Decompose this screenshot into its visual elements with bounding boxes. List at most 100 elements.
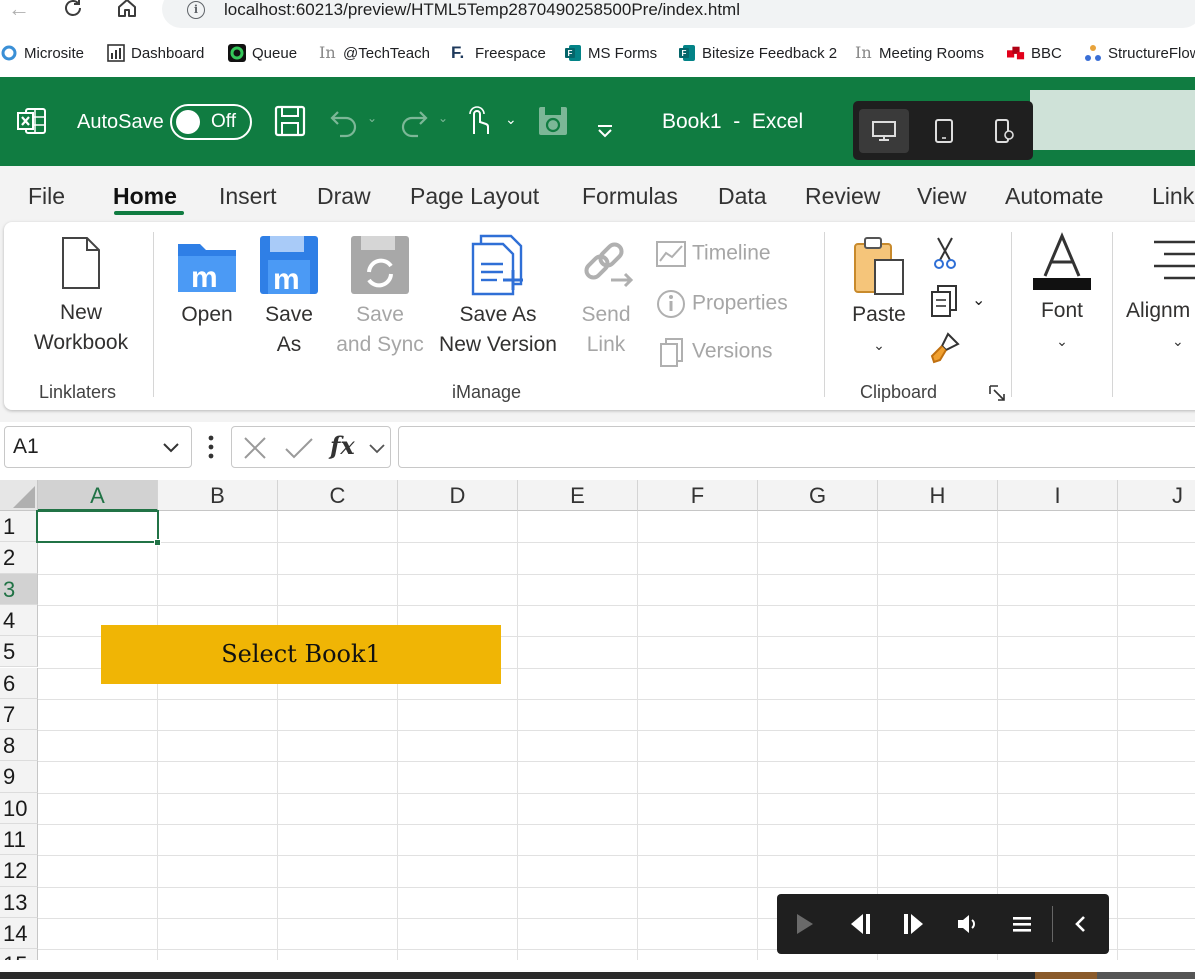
touch-mode-dropdown-icon[interactable]: ⌄ xyxy=(505,111,517,128)
reload-icon[interactable] xyxy=(62,0,84,24)
send-link-button[interactable]: Send Link xyxy=(570,234,642,360)
undo-dropdown-icon[interactable]: ⌄ xyxy=(367,111,377,125)
row-header-8[interactable]: 8 xyxy=(0,730,38,762)
tab-automate[interactable]: Automate xyxy=(1005,182,1103,210)
more-options-icon[interactable] xyxy=(206,434,216,460)
tab-home[interactable]: Home xyxy=(113,182,177,210)
font-dropdown-icon[interactable]: ⌄ xyxy=(1026,326,1098,356)
column-header-C[interactable]: C xyxy=(278,480,398,511)
row-header-4[interactable]: 4 xyxy=(0,604,38,637)
address-url[interactable]: localhost:60213/preview/HTML5Temp2870490… xyxy=(224,0,740,20)
row-header-13[interactable]: 13 xyxy=(0,886,38,918)
chevron-left-icon[interactable] xyxy=(1070,910,1092,938)
paste-button[interactable]: Paste ⌄ xyxy=(844,236,914,360)
insert-function-icon[interactable]: fx xyxy=(330,431,355,460)
column-header-F[interactable]: F xyxy=(638,480,758,511)
autosave-toggle[interactable]: Off xyxy=(170,104,252,140)
timeline-button[interactable]: Timeline xyxy=(656,241,771,267)
save-as-button[interactable]: m Save As xyxy=(252,234,326,360)
play-icon[interactable] xyxy=(793,910,817,938)
row-header-5[interactable]: 5 xyxy=(0,636,38,668)
document-title[interactable]: Book1 - Excel xyxy=(662,110,803,134)
copy-dropdown-icon[interactable]: ⌄ xyxy=(972,290,985,310)
save-and-sync-button[interactable]: Save and Sync xyxy=(328,234,432,360)
volume-icon[interactable] xyxy=(955,910,981,938)
column-header-D[interactable]: D xyxy=(398,480,518,511)
previous-slide-icon[interactable] xyxy=(847,910,873,938)
row-header-7[interactable]: 7 xyxy=(0,698,38,731)
taskbar-app[interactable] xyxy=(1035,972,1097,979)
back-arrow-icon[interactable]: ← xyxy=(8,0,30,21)
row-header-6[interactable]: 6 xyxy=(0,667,38,699)
row-header-14[interactable]: 14 xyxy=(0,917,38,950)
font-button[interactable]: Font ⌄ xyxy=(1026,232,1098,356)
formula-input[interactable] xyxy=(398,426,1195,468)
column-header-A[interactable]: A xyxy=(38,480,158,511)
search-box[interactable] xyxy=(1030,90,1195,150)
tab-view[interactable]: View xyxy=(917,182,966,210)
tab-formulas[interactable]: Formulas xyxy=(582,182,678,210)
column-header-I[interactable]: I xyxy=(998,480,1118,511)
phone-rotate-view-button[interactable] xyxy=(979,109,1029,153)
column-header-E[interactable]: E xyxy=(518,480,638,511)
alignment-button[interactable]: Alignm ⌄ xyxy=(1126,232,1195,356)
bookmark-queue[interactable]: Queue xyxy=(228,42,297,64)
bookmark-microsite[interactable]: Microsite xyxy=(0,42,84,64)
bookmark-ms-forms[interactable]: F MS Forms xyxy=(564,42,657,64)
save-icon[interactable] xyxy=(273,104,307,138)
copy-icon[interactable] xyxy=(928,284,962,318)
next-slide-icon[interactable] xyxy=(901,910,927,938)
cancel-entry-icon[interactable] xyxy=(242,435,268,461)
touch-mode-icon[interactable] xyxy=(464,104,492,138)
alignment-dropdown-icon[interactable]: ⌄ xyxy=(1126,326,1195,356)
confirm-entry-icon[interactable] xyxy=(284,435,314,461)
tab-insert[interactable]: Insert xyxy=(219,182,277,210)
row-header-10[interactable]: 10 xyxy=(0,792,38,824)
row-header-2[interactable]: 2 xyxy=(0,542,38,574)
bookmark-techteach[interactable]: In @TechTeach xyxy=(319,42,430,64)
column-header-G[interactable]: G xyxy=(758,480,878,511)
row-header-11[interactable]: 11 xyxy=(0,824,38,856)
new-workbook-button[interactable]: New Workbook xyxy=(16,236,146,358)
column-header-H[interactable]: H xyxy=(878,480,998,511)
bookmark-freespace[interactable]: F. Freespace xyxy=(451,42,546,64)
tab-file[interactable]: File xyxy=(28,182,65,210)
versions-button[interactable]: Versions xyxy=(656,337,773,367)
fill-handle[interactable] xyxy=(154,539,161,546)
bookmark-meeting-rooms[interactable]: In Meeting Rooms xyxy=(855,42,984,64)
tab-draw[interactable]: Draw xyxy=(317,182,371,210)
redo-icon[interactable] xyxy=(398,104,430,138)
desktop-view-button[interactable] xyxy=(859,109,909,153)
redo-dropdown-icon[interactable]: ⌄ xyxy=(438,111,448,125)
menu-icon[interactable] xyxy=(1011,910,1035,938)
active-cell-A1[interactable] xyxy=(36,510,159,543)
name-box[interactable]: A1 xyxy=(4,426,192,468)
select-book-button[interactable]: Select Book1 xyxy=(101,625,501,684)
column-header-J[interactable]: J xyxy=(1118,480,1195,511)
tab-data[interactable]: Data xyxy=(718,182,767,210)
home-icon[interactable] xyxy=(116,0,138,24)
row-header-12[interactable]: 12 xyxy=(0,855,38,887)
bookmark-structureflow[interactable]: StructureFlow xyxy=(1084,42,1195,64)
chevron-down-icon[interactable] xyxy=(368,439,386,457)
bookmark-dashboard[interactable]: Dashboard xyxy=(107,42,204,64)
bookmark-bbc[interactable]: BBC xyxy=(1007,42,1062,64)
cut-icon[interactable] xyxy=(932,236,958,270)
bookmark-bitesize-feedback[interactable]: F Bitesize Feedback 2 xyxy=(678,42,837,64)
open-button[interactable]: m Open xyxy=(170,234,244,330)
site-info-icon[interactable]: i xyxy=(187,1,205,19)
format-painter-icon[interactable] xyxy=(928,332,960,364)
row-header-1[interactable]: 1 xyxy=(0,511,38,543)
tab-review[interactable]: Review xyxy=(805,182,880,210)
properties-button[interactable]: Properties xyxy=(656,289,788,319)
save-as-new-version-button[interactable]: Save As New Version xyxy=(434,234,562,360)
select-all-button[interactable] xyxy=(0,480,38,511)
row-header-9[interactable]: 9 xyxy=(0,761,38,793)
customize-toolbar-icon[interactable] xyxy=(596,114,614,148)
undo-icon[interactable] xyxy=(328,104,360,138)
tab-page-layout[interactable]: Page Layout xyxy=(410,182,539,210)
save-and-sync-icon[interactable] xyxy=(536,104,570,138)
row-header-3[interactable]: 3 xyxy=(0,573,38,605)
tab-link[interactable]: Link xyxy=(1152,182,1194,210)
tablet-view-button[interactable] xyxy=(919,109,969,153)
